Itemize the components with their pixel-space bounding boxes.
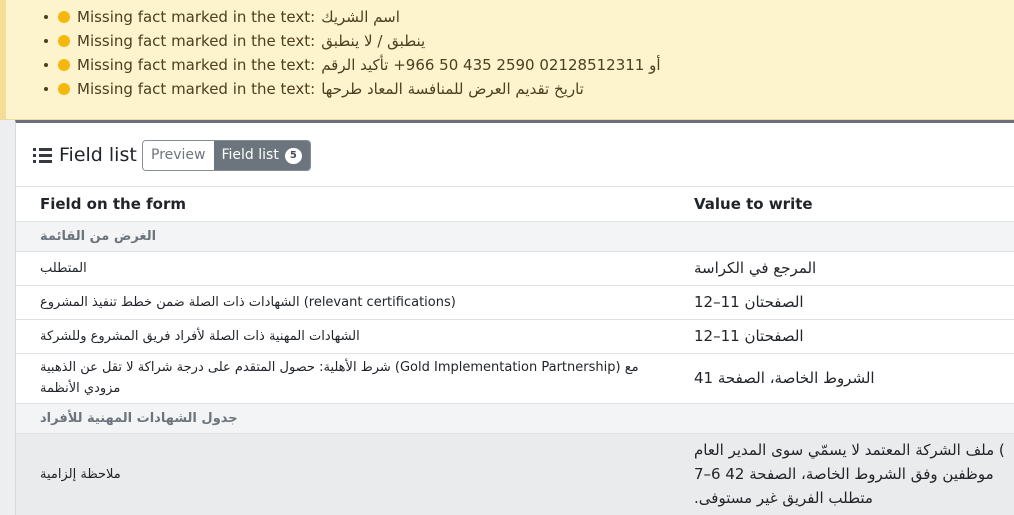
missing-fact-item: Missing fact marked in the text: تأكيد ا… (44, 53, 661, 77)
missing-fact-item: Missing fact marked in the text: ينطبق /… (44, 29, 661, 53)
missing-facts-list: Missing fact marked in the text: اسم الش… (44, 5, 661, 101)
preview-tab[interactable]: Preview (143, 141, 214, 170)
field-cell: الشهادات المهنية ذات الصلة لأفراد فريق ا… (16, 319, 694, 354)
value-cell: الصفحتان 11–12 (694, 319, 1014, 354)
field-cell-line: شرط الأهلية: حصول المتقدم على درجة شراكة… (40, 360, 639, 375)
list-icon (33, 148, 53, 164)
warning-dot-icon (58, 59, 70, 71)
missing-fact-value: ينطبق / لا ينطبق (321, 32, 426, 50)
note-field-cell: ملاحظة إلزامية (16, 433, 694, 515)
preview-tab-label: Preview (151, 147, 206, 163)
value-cell: الشروط الخاصة، الصفحة 41 (694, 353, 1014, 404)
missing-fact-item: Missing fact marked in the text: تاريخ ت… (44, 77, 661, 101)
value-column-header: Value to write (694, 187, 1014, 222)
field-cell: المتطلب (16, 251, 694, 286)
table-row: الشهادات ذات الصلة ضمن خطط تنفيذ المشروع… (16, 285, 1014, 320)
bullet-icon (44, 63, 48, 67)
field-table: Field on the form Value to write الغرض م… (16, 187, 1014, 515)
missing-facts-warning: Missing fact marked in the text: اسم الش… (0, 0, 1014, 120)
note-row: ملاحظة إلزامية ملف الشركة المعتمد لا يسم… (16, 433, 1014, 515)
panel-title: Field list (59, 144, 137, 166)
table-row: الشهادات المهنية ذات الصلة لأفراد فريق ا… (16, 319, 1014, 354)
field-cell: الشهادات ذات الصلة ضمن خطط تنفيذ المشروع… (16, 285, 694, 320)
panel-header: Field list Preview Field list 5 (16, 123, 1014, 187)
field-list-panel: Field list Preview Field list 5 Field on… (15, 120, 1014, 515)
table-row: المتطلب المرجع في الكراسة (16, 251, 1014, 286)
missing-fact-label: Missing fact marked in the text: (77, 8, 316, 26)
value-cell: الصفحتان 11–12 (694, 285, 1014, 320)
field-column-header: Field on the form (16, 187, 694, 222)
note-value-line: ملف الشركة المعتمد لا يسمّي سوى المدير ا… (694, 441, 1005, 459)
value-cell: المرجع في الكراسة (694, 251, 1014, 286)
view-toggle-group: Preview Field list 5 (142, 140, 311, 171)
missing-fact-label: Missing fact marked in the text: (77, 32, 316, 50)
bullet-icon (44, 39, 48, 43)
warning-dot-icon (58, 11, 70, 23)
field-cell-line: مزودي الأنظمة (40, 381, 121, 396)
section-row: الغرض من القائمة (16, 221, 1014, 252)
field-cell: شرط الأهلية: حصول المتقدم على درجة شراكة… (16, 353, 694, 404)
section-title: الغرض من القائمة (16, 221, 694, 252)
missing-fact-value: اسم الشريك (321, 8, 400, 26)
missing-fact-value: تاريخ تقديم العرض للمنافسة المعاد طرحها (321, 80, 584, 98)
bullet-icon (44, 15, 48, 19)
missing-fact-value: تأكيد الرقم ‎+966 50 435 2590‎ أو 021285… (321, 56, 661, 74)
missing-fact-item: Missing fact marked in the text: اسم الش… (44, 5, 661, 29)
missing-fact-label: Missing fact marked in the text: (77, 80, 316, 98)
warning-dot-icon (58, 35, 70, 47)
missing-fact-label: Missing fact marked in the text: (77, 56, 316, 74)
section-row: جدول الشهادات المهنية للأفراد (16, 403, 1014, 434)
table-header-row: Field on the form Value to write (16, 187, 1014, 222)
note-value-cell: ملف الشركة المعتمد لا يسمّي سوى المدير ا… (694, 433, 1014, 515)
field-list-tab-label: Field list (221, 147, 279, 163)
section-title: جدول الشهادات المهنية للأفراد (16, 403, 694, 434)
warning-dot-icon (58, 83, 70, 95)
table-row: شرط الأهلية: حصول المتقدم على درجة شراكة… (16, 353, 1014, 404)
note-value-line: .متطلب الفريق غير مستوفى (694, 489, 873, 507)
bullet-icon (44, 87, 48, 91)
note-value-line: 7–6 موظفين وفق الشروط الخاصة، الصفحة 42 (694, 465, 994, 483)
field-count-badge: 5 (284, 147, 302, 164)
field-list-tab[interactable]: Field list 5 (213, 141, 310, 170)
